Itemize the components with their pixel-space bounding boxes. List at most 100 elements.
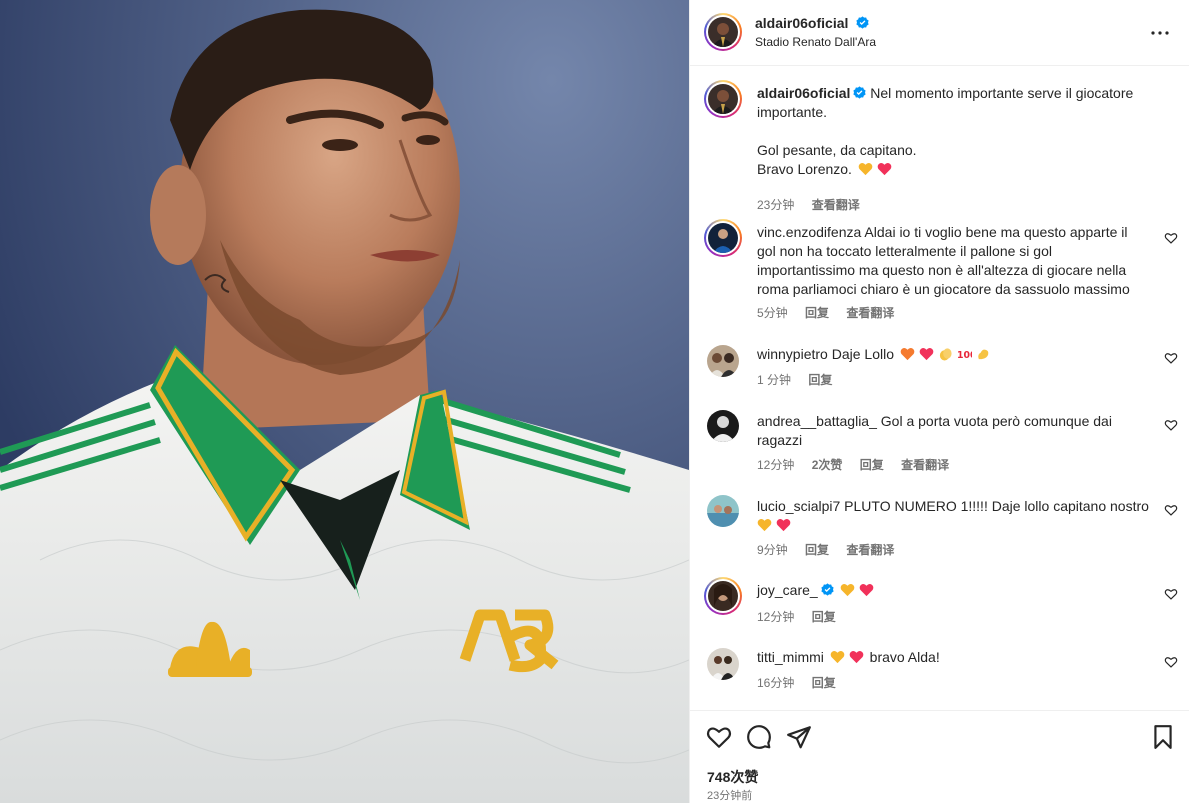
comment-avatar[interactable] [704,577,742,615]
flexed-biceps-emoji-icon [978,349,989,360]
comment-avatar[interactable] [704,219,742,257]
comment-meta: 12分钟 回复 [757,608,850,625]
translate-link[interactable]: 查看翻译 [812,198,860,212]
comment-time: 1 分钟 [757,373,792,387]
verified-badge-icon [856,16,869,29]
hundred-points-emoji-icon: 100 [957,350,972,361]
like-comment-heart-icon[interactable] [1164,655,1178,669]
caption-line: importante. [757,104,828,120]
more-options-icon[interactable] [1148,21,1172,45]
red-heart-emoji-icon [776,519,791,532]
comment-time: 9分钟 [757,543,788,557]
comment-username[interactable]: vinc.enzodifenza [757,224,861,240]
comment-line: PLUTO NUMERO 1!!!!! Daje lollo capitano … [844,498,1149,514]
avatar-image [707,410,739,442]
author-name-row: aldair06oficial [755,15,869,33]
comment-username[interactable]: andrea__battaglia_ [757,413,877,429]
caption-time: 23分钟 [757,198,795,212]
reply-button[interactable]: 回复 [805,543,829,557]
red-heart-emoji-icon [849,651,864,664]
post-photo[interactable] [0,0,689,803]
comment-item: titti_mimmi bravo Alda! 16分钟 回复 [690,646,1189,706]
reply-button[interactable]: 回复 [860,458,884,472]
avatar-image [708,84,738,114]
avatar-image [707,345,739,377]
like-comment-heart-icon[interactable] [1164,418,1178,432]
yellow-heart-emoji-icon [858,163,873,176]
red-heart-emoji-icon [859,584,873,597]
comment-meta: 9分钟 回复 查看翻译 [757,541,908,558]
post-location[interactable]: Stadio Renato Dall'Ara [755,35,876,49]
red-heart-emoji-icon [919,348,934,361]
reply-button[interactable]: 回复 [808,373,832,387]
comments-list[interactable]: aldair06oficial Nel momento importante s… [690,67,1189,710]
comment-avatar[interactable] [707,495,739,527]
orange-heart-emoji-icon [900,348,915,361]
avatar-image [707,495,739,527]
comment-text: lucio_scialpi7 PLUTO NUMERO 1!!!!! Daje … [757,497,1152,535]
comment-avatar[interactable] [707,648,739,680]
comment-text: winnypietro Daje Lollo 100 [757,345,1152,364]
share-icon[interactable] [786,724,812,750]
caption-username[interactable]: aldair06oficial [757,85,850,101]
comment-time: 5分钟 [757,306,788,320]
post-time: 23分钟前 [707,790,753,802]
like-comment-heart-icon[interactable] [1164,351,1178,365]
reply-button[interactable]: 回复 [805,306,829,320]
avatar-image [707,648,739,680]
comment-avatar[interactable] [707,345,739,377]
avatar-image [708,17,738,47]
comment-line: Aldai io ti voglio bene ma questo appart… [864,224,1128,240]
comment-meta: 5分钟 回复 查看翻译 [757,304,908,321]
comment-avatar[interactable] [707,410,739,442]
post-header: aldair06oficial Stadio Renato Dall'Ara [690,0,1189,66]
author-username[interactable]: aldair06oficial [755,15,848,31]
comment-item: lucio_scialpi7 PLUTO NUMERO 1!!!!! Daje … [690,495,1189,570]
comment-meta: 12分钟 2次赞 回复 查看翻译 [757,456,963,473]
comment-icon[interactable] [746,724,772,750]
bookmark-icon[interactable] [1150,724,1176,750]
player-photo-illustration [0,0,689,803]
translate-link[interactable]: 查看翻译 [846,543,894,557]
author-avatar[interactable] [704,13,742,51]
comment-username[interactable]: lucio_scialpi7 [757,498,840,514]
comment-line: roma parliamoci chiaro è un giocatore da… [757,281,1130,297]
caption-line: Bravo Lorenzo. [757,161,852,177]
red-heart-emoji-icon [877,163,892,176]
avatar-image [708,581,738,611]
comment-likes-count[interactable]: 2次赞 [812,458,843,472]
post-actions: 748次赞 23分钟前 [690,711,1189,803]
comment-item: winnypietro Daje Lollo 100 1 分钟 回复 [690,343,1189,403]
comment-text: andrea__battaglia_ Gol a porta vuota per… [757,412,1152,450]
comment-username[interactable]: joy_care_ [757,582,818,598]
yellow-heart-emoji-icon [830,651,845,664]
svg-text:100: 100 [957,350,972,361]
like-comment-heart-icon[interactable] [1164,231,1178,245]
reply-button[interactable]: 回复 [812,610,836,624]
comment-line: importantissimo ma questo non è all'alte… [757,262,1127,278]
like-comment-heart-icon[interactable] [1164,587,1178,601]
caption-line: Nel momento importante serve il giocator… [870,85,1134,101]
avatar-image [708,223,738,253]
comment-text: vinc.enzodifenza Aldai io ti voglio bene… [757,223,1152,299]
post-caption: aldair06oficial Nel momento importante s… [690,80,1189,213]
like-comment-heart-icon[interactable] [1164,503,1178,517]
comment-text: joy_care_ [757,581,1152,600]
comment-line: ragazzi [757,432,803,448]
likes-count[interactable]: 748次赞 [707,767,758,787]
yellow-heart-emoji-icon [757,519,772,532]
verified-badge-icon [853,86,866,99]
caption-meta: 23分钟 查看翻译 [757,196,874,213]
reply-button[interactable]: 回复 [812,676,836,690]
translate-link[interactable]: 查看翻译 [846,306,894,320]
comment-username[interactable]: titti_mimmi [757,649,824,665]
heart-icon[interactable] [706,724,732,750]
comment-line: Gol a porta vuota però comunque dai [880,413,1112,429]
translate-link[interactable]: 查看翻译 [901,458,949,472]
comment-text: titti_mimmi bravo Alda! [757,648,1152,667]
caption-avatar[interactable] [704,80,742,118]
comment-username[interactable]: winnypietro [757,346,828,362]
comment-line: gol non ha toccato letteralmente il pall… [757,243,1052,259]
comment-item: joy_care_ 12分钟 回复 [690,577,1189,637]
comment-item: andrea__battaglia_ Gol a porta vuota per… [690,410,1189,485]
